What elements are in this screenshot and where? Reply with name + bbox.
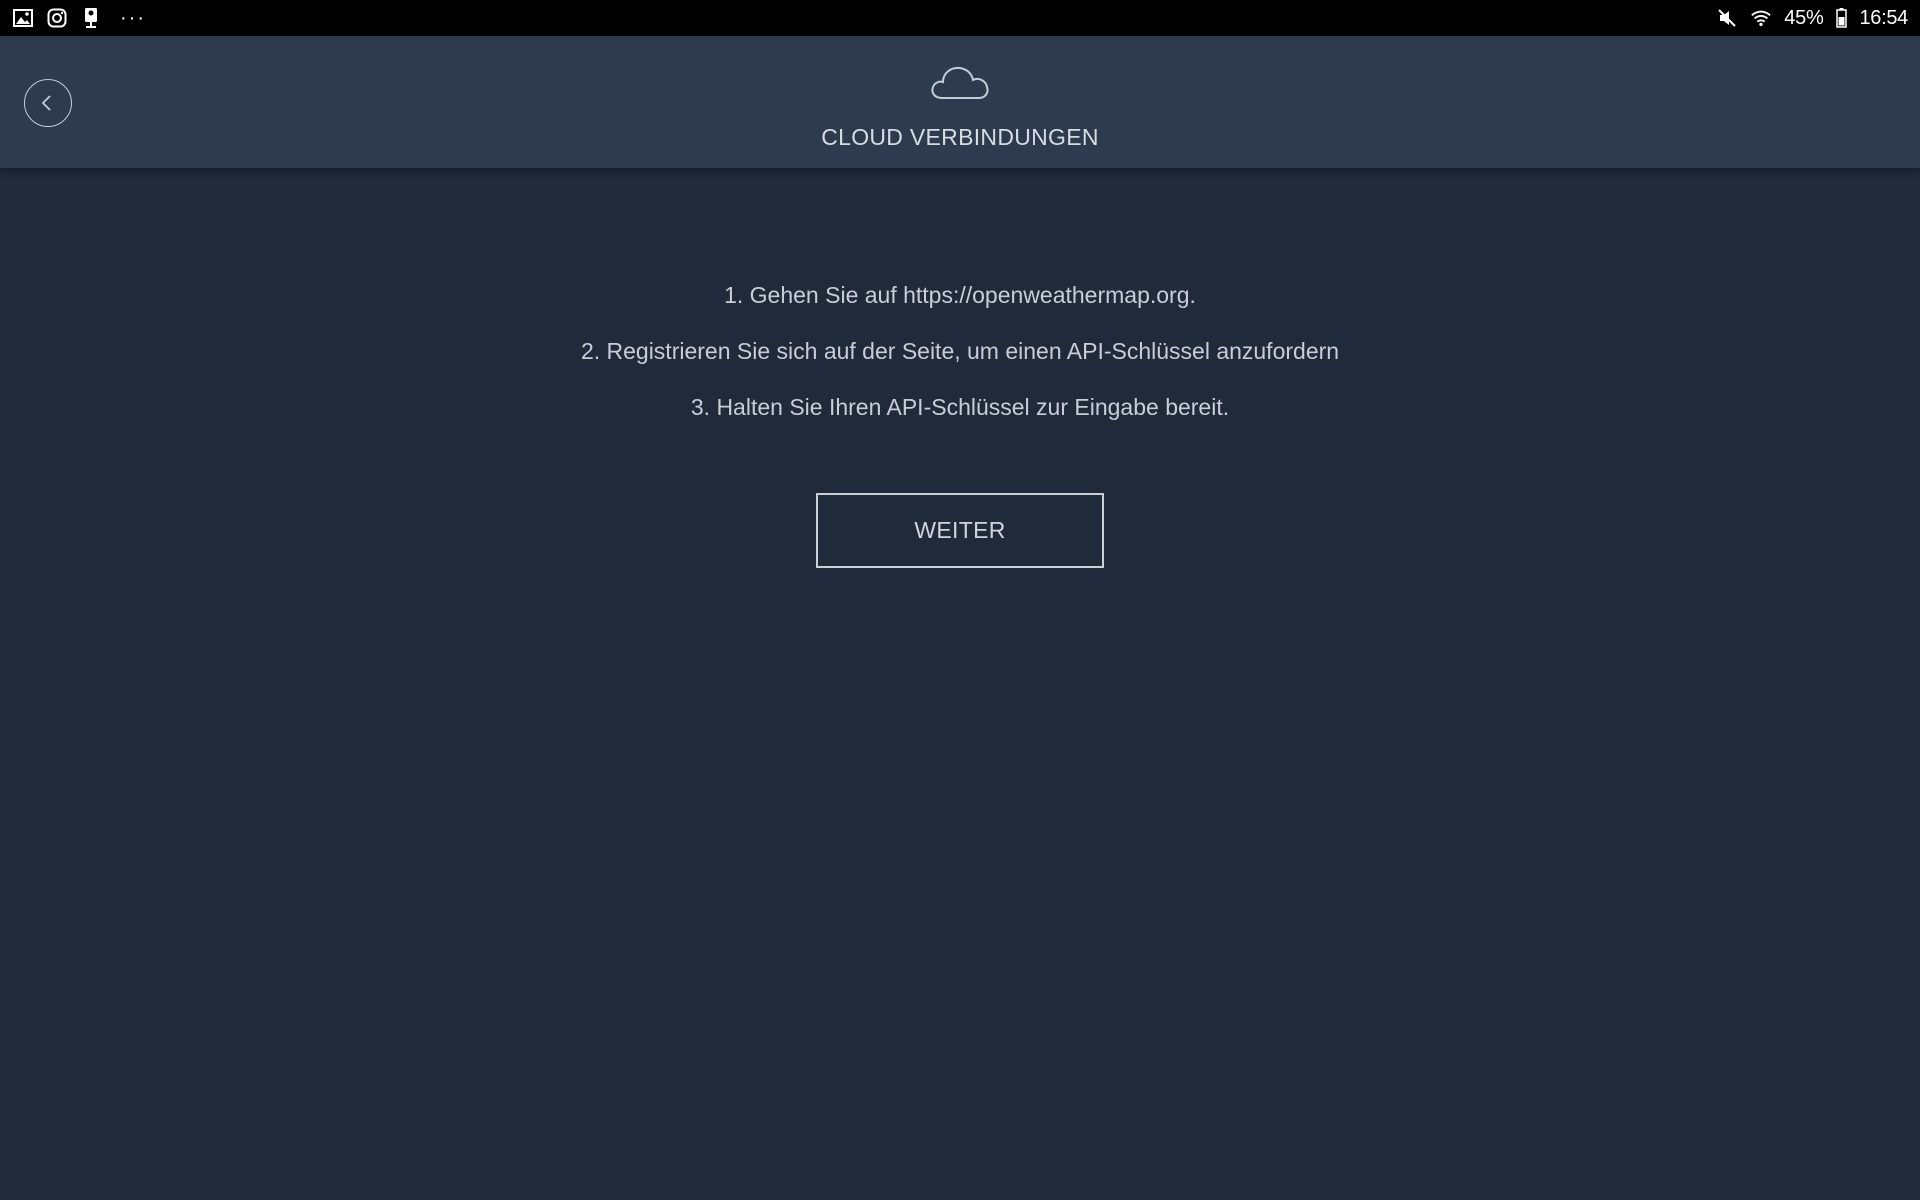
instruction-step-3: 3. Halten Sie Ihren API-Schlüssel zur Ei… <box>690 394 1230 420</box>
next-button[interactable]: WEITER <box>816 493 1104 568</box>
status-bar-notifications: ··· <box>12 7 146 30</box>
instruction-step-2: 2. Registrieren Sie sich auf der Seite, … <box>580 338 1340 364</box>
status-bar-system: 45% 16:54 <box>1716 7 1908 30</box>
cloud-icon <box>931 66 989 99</box>
doorbell-camera-icon <box>80 7 102 29</box>
overflow-indicator: ··· <box>120 6 146 29</box>
instruction-step-1: 1. Gehen Sie auf https://openweathermap.… <box>724 282 1196 308</box>
instruction-list: 1. Gehen Sie auf https://openweathermap.… <box>0 278 1920 446</box>
mute-icon <box>1716 7 1738 29</box>
wifi-icon <box>1750 7 1772 29</box>
app-header: CLOUD VERBINDUNGEN <box>0 36 1920 168</box>
battery-icon <box>1835 7 1847 29</box>
status-bar: ··· 45% 16:54 <box>0 0 1920 36</box>
page-title: CLOUD VERBINDUNGEN <box>821 124 1099 150</box>
back-arrow-icon <box>41 95 51 111</box>
gallery-icon <box>12 7 34 29</box>
instagram-icon <box>46 7 68 29</box>
clock: 16:54 <box>1859 6 1908 29</box>
back-button[interactable] <box>24 79 72 127</box>
battery-percentage: 45% <box>1784 6 1824 29</box>
